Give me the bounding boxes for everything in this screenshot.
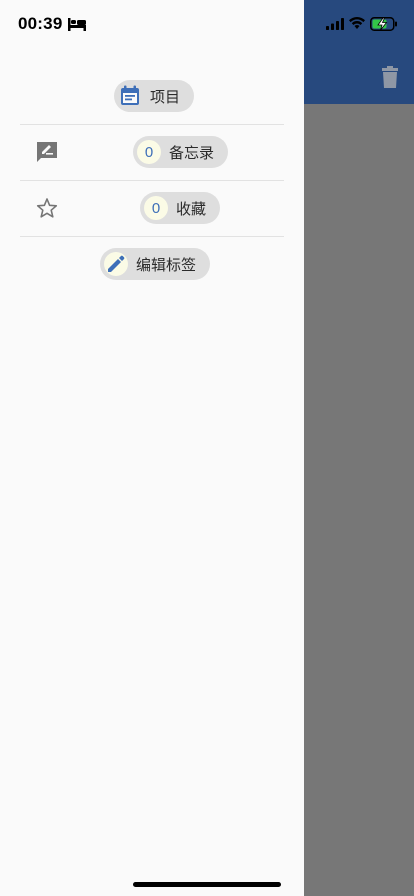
divider [20,236,284,237]
memo-chip[interactable]: 0 备忘录 [133,136,229,168]
bed-icon [68,18,86,31]
pencil-icon [104,252,128,276]
signal-icon [326,18,344,30]
home-indicator[interactable] [133,882,281,887]
wifi-icon [349,16,365,29]
divider [20,124,284,125]
status-bar: 00:39 [0,0,414,50]
status-time: 00:39 [18,14,63,33]
trash-icon[interactable] [380,66,400,88]
calendar-icon [118,84,142,108]
favorites-label: 收藏 [176,199,207,218]
projects-chip[interactable]: 项目 [114,80,195,112]
edit-tags-chip[interactable]: 编辑标签 [100,248,211,280]
projects-label: 项目 [150,87,181,106]
favorites-count: 0 [144,196,168,220]
star-outline-icon[interactable] [36,197,58,219]
navigation-drawer: 项目 0 备忘录 0 收藏 编辑标签 [0,0,304,896]
battery-charging-icon [370,17,397,31]
divider [20,180,284,181]
memo-label: 备忘录 [169,143,215,162]
edit-tags-label: 编辑标签 [136,255,197,274]
favorites-chip[interactable]: 0 收藏 [140,192,221,224]
memo-edit-icon[interactable] [36,141,58,163]
memo-count: 0 [137,140,161,164]
